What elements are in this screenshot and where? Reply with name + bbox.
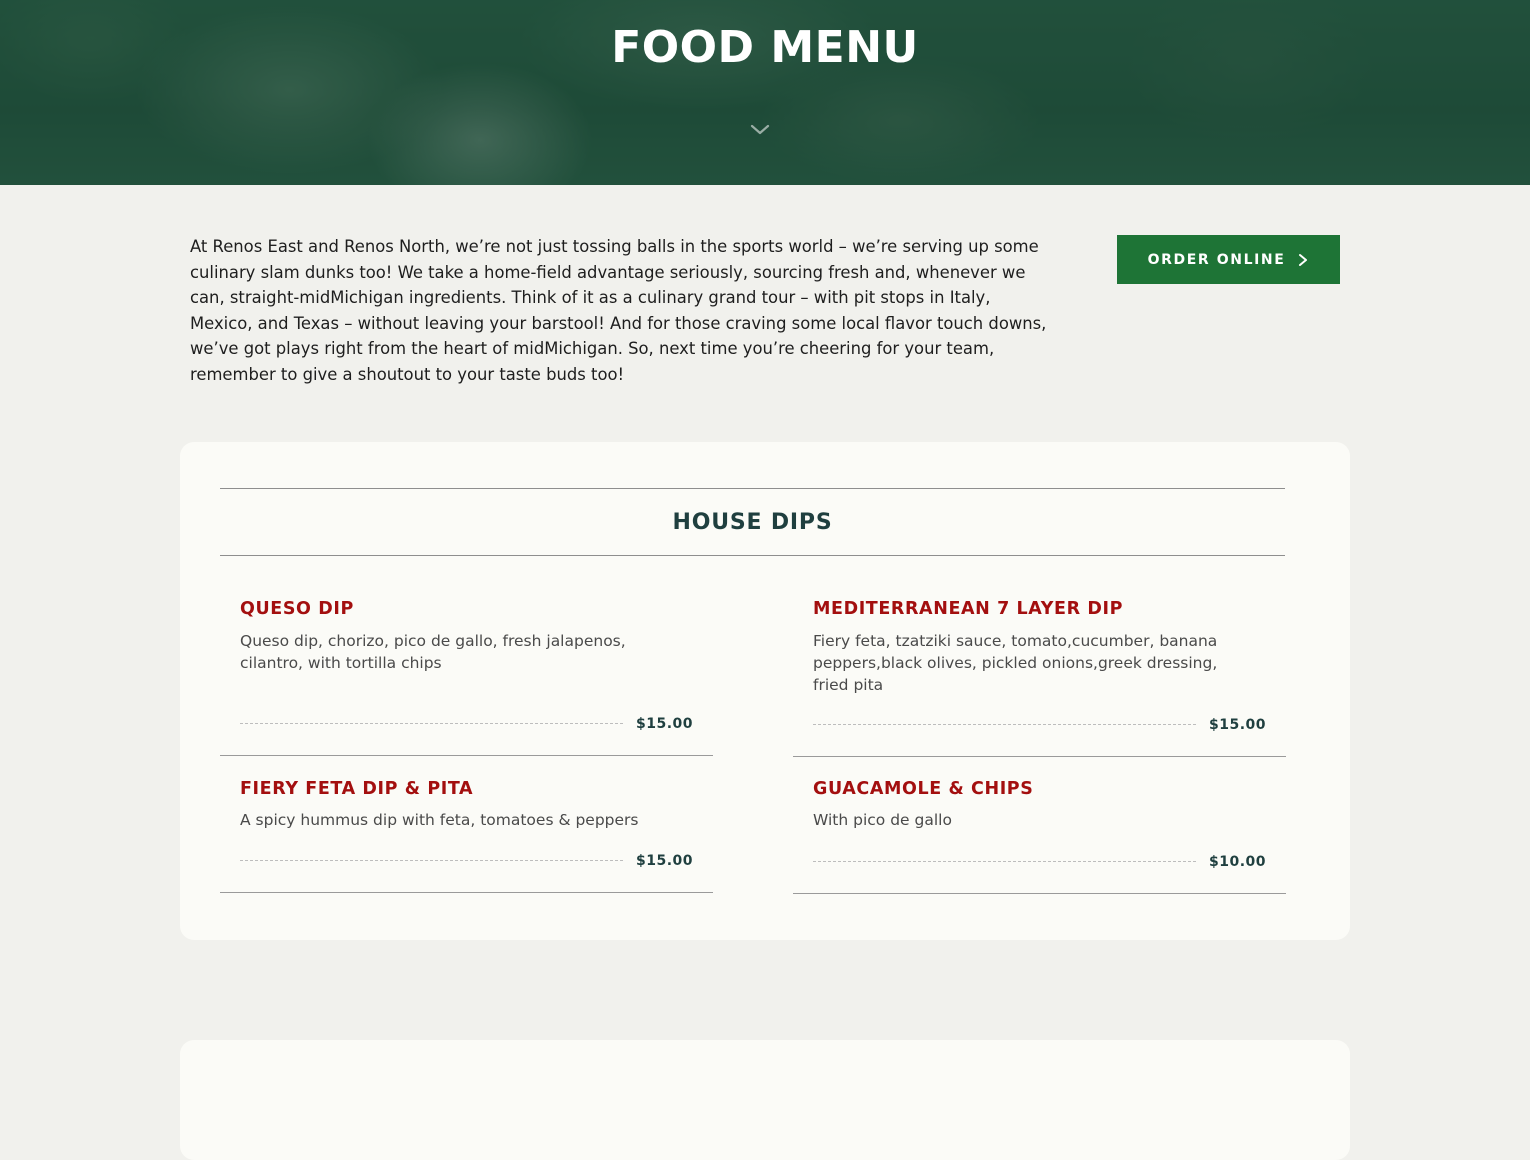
menu-item-price: $15.00 bbox=[635, 853, 693, 869]
menu-item: QUESO DIP Queso dip, chorizo, pico de ga… bbox=[220, 597, 713, 756]
intro-paragraph: At Renos East and Renos North, we’re not… bbox=[190, 237, 1047, 384]
section-header: HOUSE DIPS bbox=[220, 488, 1285, 556]
menu-item-name: FIERY FETA DIP & PITA bbox=[240, 779, 474, 799]
menu-item-price: $10.00 bbox=[1208, 854, 1266, 870]
menu-item: FIERY FETA DIP & PITA A spicy hummus dip… bbox=[220, 777, 713, 893]
price-leader bbox=[240, 723, 623, 724]
menu-item-name: MEDITERRANEAN 7 LAYER DIP bbox=[813, 599, 1124, 619]
menu-section-card: HOUSE DIPS QUESO DIP Queso dip, chorizo,… bbox=[180, 442, 1350, 940]
chevron-down-icon[interactable] bbox=[750, 120, 770, 140]
order-online-label: ORDER ONLINE bbox=[1147, 251, 1286, 268]
order-online-button[interactable]: ORDER ONLINE bbox=[1117, 235, 1340, 284]
menu-item-description: Fiery feta, tzatziki sauce, tomato,cucum… bbox=[813, 632, 1218, 694]
menu-item-price: $15.00 bbox=[1208, 717, 1266, 733]
price-leader bbox=[813, 724, 1196, 725]
menu-item-name: GUACAMOLE & CHIPS bbox=[813, 779, 1034, 799]
price-leader bbox=[813, 861, 1196, 862]
section-title: HOUSE DIPS bbox=[672, 509, 833, 535]
menu-item: MEDITERRANEAN 7 LAYER DIP Fiery feta, tz… bbox=[793, 597, 1286, 757]
menu-item: GUACAMOLE & CHIPS With pico de gallo $10… bbox=[793, 777, 1286, 894]
menu-item-name: QUESO DIP bbox=[240, 599, 354, 619]
price-leader bbox=[240, 860, 623, 861]
page-title: FOOD MENU bbox=[611, 22, 919, 73]
menu-item-description: Queso dip, chorizo, pico de gallo, fresh… bbox=[240, 632, 626, 672]
menu-item-description: With pico de gallo bbox=[813, 811, 952, 829]
next-menu-section-card bbox=[180, 1040, 1350, 1160]
menu-item-description: A spicy hummus dip with feta, tomatoes &… bbox=[240, 811, 639, 829]
menu-item-price: $15.00 bbox=[635, 716, 693, 732]
hero-banner: FOOD MENU bbox=[0, 0, 1530, 185]
chevron-right-icon bbox=[1297, 253, 1309, 267]
